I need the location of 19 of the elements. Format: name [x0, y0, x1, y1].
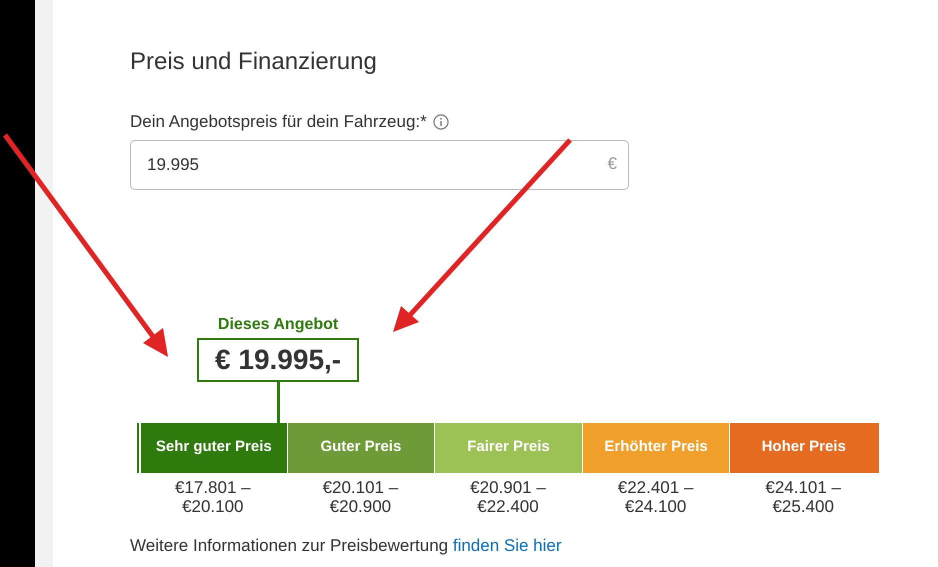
price-segment: Erhöhter Preis [582, 422, 730, 473]
price-segment: Hoher Preis [729, 422, 877, 473]
offer-caption: Dieses Angebot [218, 316, 338, 334]
price-range: €17.801 – €20.100 [174, 478, 252, 517]
price-range: €24.101 – €25.400 [764, 478, 842, 517]
marker-stem [276, 382, 280, 423]
price-segment: Fairer Preis [434, 422, 582, 473]
currency-unit: € [608, 154, 617, 175]
section-title: Preis und Finanzierung [130, 48, 378, 77]
price-range: €20.101 – €20.900 [322, 478, 400, 517]
price-range: €20.901 – €22.400 [469, 478, 547, 517]
offer-price: € 19.995,- [197, 338, 360, 382]
field-label: Dein Angebotspreis für dein Fahrzeug:* [130, 110, 427, 133]
price-range: €22.401 – €24.100 [616, 478, 694, 517]
info-sentence: Weitere Informationen zur Preisbewertung finden Sie hier [130, 534, 563, 557]
info-link[interactable]: finden Sie hier [452, 536, 562, 555]
price-segment: Sehr guter Preis [139, 422, 287, 473]
info-icon[interactable] [432, 114, 449, 130]
price-segment: Guter Preis [286, 422, 434, 473]
